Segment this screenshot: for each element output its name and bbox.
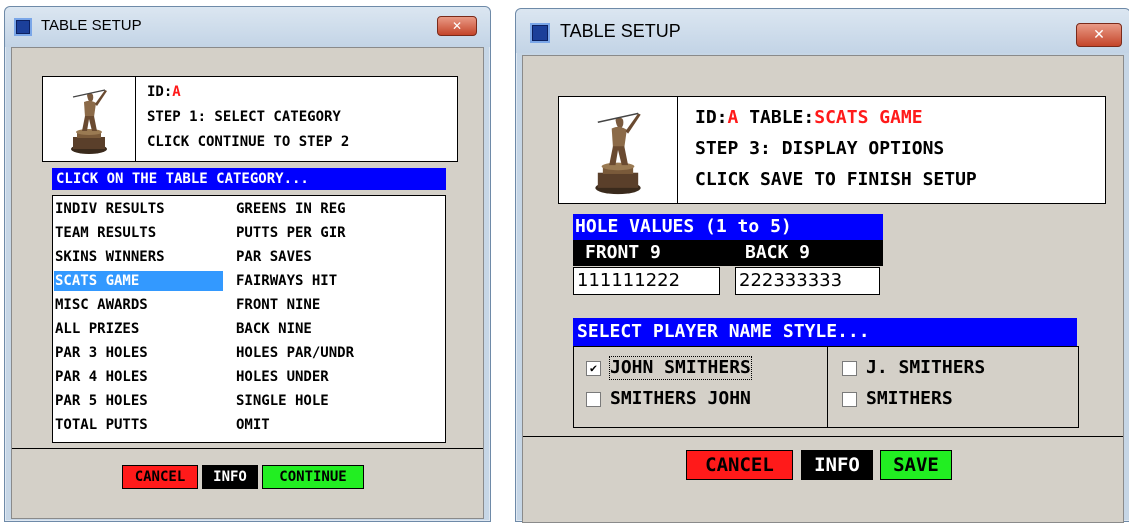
name-style-checkbox[interactable] <box>586 392 601 407</box>
title-bar[interactable]: TABLE SETUP ✕ <box>516 9 1129 53</box>
category-option[interactable]: MISC AWARDS <box>54 295 223 315</box>
category-list[interactable]: INDIV RESULTS TEAM RESULTS SKINS WINNERS SC… <box>52 195 446 443</box>
trophy-image-cell <box>43 77 136 161</box>
name-style-checkbox[interactable] <box>842 361 857 376</box>
golf-trophy-icon <box>595 112 641 195</box>
id-label: ID: <box>695 107 728 128</box>
category-option[interactable]: HOLES PAR/UNDR <box>235 343 436 363</box>
golf-trophy-icon <box>71 89 107 154</box>
category-prompt-bar: CLICK ON THE TABLE CATEGORY... <box>52 168 446 190</box>
window-title: TABLE SETUP <box>41 17 142 34</box>
save-button[interactable]: SAVE <box>880 450 952 480</box>
table-setup-window-step1: TABLE SETUP ✕ ID:A STEP 1: SELECT CATEGO… <box>4 6 491 522</box>
back-9-values-input[interactable]: 222333333 <box>735 267 880 295</box>
table-label: TABLE: <box>749 107 815 128</box>
category-option[interactable]: FRONT NINE <box>235 295 436 315</box>
category-option[interactable]: ALL PRIZES <box>54 319 223 339</box>
divider-line <box>523 436 1123 437</box>
dialog-client-area: ID:A STEP 1: SELECT CATEGORY CLICK CONTI… <box>11 47 484 519</box>
front-9-label: FRONT 9 <box>585 242 661 263</box>
category-option[interactable]: FAIRWAYS HIT <box>235 271 436 291</box>
back-9-label: BACK 9 <box>745 242 811 263</box>
category-option[interactable]: PAR 5 HOLES <box>54 391 223 411</box>
hint-line: CLICK SAVE TO FINISH SETUP <box>695 169 977 190</box>
table-value: SCATS GAME <box>814 107 923 128</box>
options-divider <box>827 347 828 427</box>
step-header: ID:A TABLE:SCATS GAME STEP 3: DISPLAY OP… <box>558 96 1106 204</box>
id-table-line: ID:A TABLE:SCATS GAME <box>695 107 923 128</box>
category-option[interactable]: BACK NINE <box>235 319 436 339</box>
category-option[interactable]: SKINS WINNERS <box>54 247 223 267</box>
step-header: ID:A STEP 1: SELECT CATEGORY CLICK CONTI… <box>42 76 458 162</box>
name-style-options: ✔ JOHN SMITHERS J. SMITHERS SMITHERS JOHN SM… <box>573 346 1079 428</box>
category-option[interactable]: GREENS IN REG <box>235 199 436 219</box>
window-title: TABLE SETUP <box>560 21 681 41</box>
category-option[interactable]: PAR 4 HOLES <box>54 367 223 387</box>
category-option[interactable]: HOLES UNDER <box>235 367 436 387</box>
category-option[interactable]: PUTTS PER GIR <box>235 223 436 243</box>
info-button[interactable]: INFO <box>202 465 258 489</box>
category-option[interactable]: PAR 3 HOLES <box>54 343 223 363</box>
info-button[interactable]: INFO <box>801 450 873 480</box>
divider-line <box>12 448 483 449</box>
name-style-heading: SELECT PLAYER NAME STYLE... <box>573 318 1077 346</box>
step-line: STEP 3: DISPLAY OPTIONS <box>695 138 945 159</box>
trophy-image-cell <box>559 97 678 203</box>
close-button[interactable]: ✕ <box>1076 23 1122 47</box>
hint-line: CLICK CONTINUE TO STEP 2 <box>147 134 350 150</box>
step-line: STEP 1: SELECT CATEGORY <box>147 109 341 125</box>
name-style-option-label[interactable]: J. SMITHERS <box>866 357 985 379</box>
front-back-header: FRONT 9 BACK 9 <box>573 240 883 266</box>
category-option[interactable]: TOTAL PUTTS <box>54 415 223 435</box>
name-style-option-label[interactable]: SMITHERS <box>866 388 953 410</box>
category-option[interactable]: SCATS GAME <box>54 271 223 291</box>
cancel-button[interactable]: CANCEL <box>122 465 198 489</box>
category-option[interactable]: SINGLE HOLE <box>235 391 436 411</box>
category-option[interactable]: PAR SAVES <box>235 247 436 267</box>
id-label: ID: <box>147 84 173 100</box>
name-style-checkbox[interactable]: ✔ <box>586 361 601 376</box>
title-bar[interactable]: TABLE SETUP ✕ <box>5 7 490 47</box>
id-line: ID:A <box>147 84 181 100</box>
name-style-option-label[interactable]: JOHN SMITHERS <box>609 356 752 380</box>
id-value: A <box>727 107 739 128</box>
cancel-button[interactable]: CANCEL <box>686 450 793 480</box>
category-option[interactable]: TEAM RESULTS <box>54 223 223 243</box>
name-style-checkbox[interactable] <box>842 392 857 407</box>
table-setup-window-step3: TABLE SETUP ✕ ID:A TABLE:SCATS GAME STEP… <box>515 8 1129 523</box>
close-button[interactable]: ✕ <box>437 16 477 36</box>
id-value: A <box>172 84 181 100</box>
continue-button[interactable]: CONTINUE <box>262 465 364 489</box>
hole-values-heading: HOLE VALUES (1 to 5) <box>573 214 883 240</box>
app-icon <box>530 23 550 43</box>
name-style-option-label[interactable]: SMITHERS JOHN <box>610 388 751 410</box>
front-9-values-input[interactable]: 111111222 <box>573 267 720 295</box>
dialog-client-area: ID:A TABLE:SCATS GAME STEP 3: DISPLAY OP… <box>522 55 1124 523</box>
category-option[interactable]: INDIV RESULTS <box>54 199 223 219</box>
app-icon <box>14 18 32 36</box>
category-option[interactable]: OMIT <box>235 415 436 435</box>
